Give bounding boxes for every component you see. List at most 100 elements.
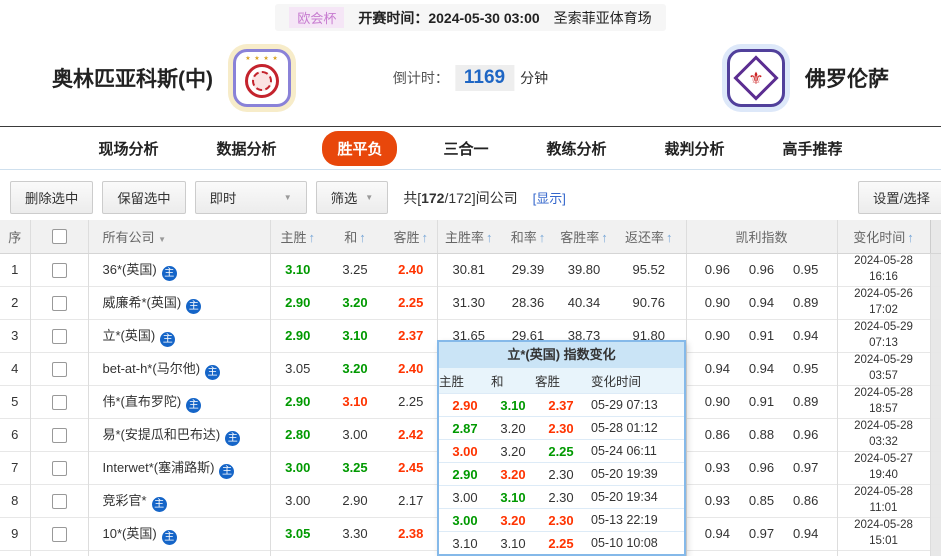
col-away-rate[interactable]: 客胜率 ↑ [556, 220, 612, 254]
home-odds-cell: 3.00 [452, 489, 478, 505]
draw-odds-cell: 3.20 [500, 420, 526, 436]
nav-tab-1[interactable]: 现场分析 [86, 131, 170, 166]
away-odds-cell[interactable]: 2.42 [385, 418, 438, 451]
zhu-badge-icon: 主 [160, 331, 176, 347]
nav-tab-5[interactable]: 教练分析 [535, 131, 619, 166]
company-cell[interactable]: 伟*(直布罗陀) 主 [88, 385, 271, 418]
draw-odds-cell[interactable]: 3.10 [325, 385, 385, 418]
settings-button[interactable]: 设置/选择 [857, 181, 941, 214]
row-checkbox[interactable] [51, 526, 67, 542]
select-all-checkbox[interactable] [51, 229, 67, 245]
delete-selected-button[interactable]: 删除选中 [10, 181, 94, 214]
home-odds-cell[interactable]: 2.90 [270, 319, 325, 352]
home-odds-cell[interactable]: 2.90 [270, 385, 325, 418]
kelly-value: 0.90 [704, 394, 730, 409]
row-checkbox[interactable] [51, 328, 67, 344]
kickoff-time: 开赛时间：2024-05-30 03:00 [358, 9, 540, 26]
company-cell[interactable]: 竞彩官* 主 [88, 484, 271, 517]
nav-tab-4[interactable]: 三合一 [431, 131, 500, 166]
col-away-odds[interactable]: 客胜 ↑ [385, 220, 438, 254]
chevron-down-icon: ▼ [283, 193, 292, 202]
home-odds-cell[interactable]: 2.90 [270, 286, 325, 319]
popup-row: 2.90 3.10 2.37 05-29 07:13 [439, 393, 684, 416]
home-odds-cell[interactable]: 3.05 [270, 517, 325, 550]
change-date: 2024-05-28 [854, 419, 913, 432]
company-cell[interactable]: bet-at-h*(马尔他) 主 [88, 352, 271, 385]
company-cell[interactable]: 36*(英国) 主 [88, 253, 271, 286]
kelly-value: 0.96 [704, 262, 730, 277]
right-edge-cell [929, 385, 941, 418]
row-checkbox[interactable] [51, 493, 67, 509]
draw-odds-cell: 3.10 [500, 397, 526, 413]
home-odds-cell[interactable]: 3.10 [270, 253, 325, 286]
home-odds-cell[interactable]: 3.00 [270, 484, 325, 517]
popup-change-time: 05-24 06:11 [591, 444, 657, 458]
row-checkbox[interactable] [51, 361, 67, 377]
nav-tab-7[interactable]: 高手推荐 [771, 131, 855, 166]
row-checkbox[interactable] [51, 262, 67, 278]
away-odds-cell[interactable]: 2.25 [385, 385, 438, 418]
company-cell[interactable]: 立*(英国) 主 [88, 319, 271, 352]
show-link[interactable]: [显示] [533, 188, 566, 207]
draw-odds-cell[interactable]: 3.25 [325, 253, 385, 286]
home-odds-cell: 2.90 [452, 466, 478, 482]
col-change-time[interactable]: 变化时间 ↑ [837, 220, 930, 254]
col-draw-odds[interactable]: 和 ↑ [325, 220, 385, 254]
row-checkbox[interactable] [51, 295, 67, 311]
away-odds-cell[interactable]: 2.40 [385, 253, 438, 286]
away-odds-cell[interactable]: 2.25 [385, 286, 438, 319]
away-odds-cell[interactable]: 2.38 [385, 517, 438, 550]
countdown-label: 倒计时： [392, 70, 449, 86]
row-checkbox[interactable] [51, 427, 67, 443]
draw-odds-cell[interactable]: 3.30 [325, 517, 385, 550]
right-edge-cell [929, 352, 941, 385]
col-draw-rate[interactable]: 和率 ↑ [500, 220, 556, 254]
home-odds-cell[interactable]: 2.80 [270, 418, 325, 451]
change-time-cell: 2024-05-28 18:57 [837, 385, 931, 418]
away-odds-cell[interactable]: 2.17 [385, 484, 438, 517]
row-checkbox[interactable] [51, 460, 67, 476]
draw-odds-cell[interactable]: 3.10 [325, 319, 385, 352]
home-odds-cell[interactable]: 3.00 [270, 451, 325, 484]
draw-odds-cell[interactable]: 3.20 [325, 286, 385, 319]
change-time-cell: 2024-05-29 07:13 [837, 319, 931, 352]
draw-odds-cell[interactable]: 3.00 [325, 418, 385, 451]
away-odds-cell: 2.30 [548, 489, 574, 505]
col-home-odds[interactable]: 主胜 ↑ [270, 220, 325, 254]
countdown-value: 1169 [454, 65, 515, 91]
home-rate-cell: 30.81 [452, 262, 486, 277]
col-home-rate[interactable]: 主胜率 ↑ [437, 220, 500, 254]
nav-tabs: 现场分析 数据分析 胜平负 三合一 教练分析 裁判分析 高手推荐 [0, 126, 941, 170]
away-odds-cell[interactable]: 2.37 [385, 319, 438, 352]
home-odds-cell[interactable]: 3.05 [270, 352, 325, 385]
change-time-cell: 2024-05-27 19:40 [837, 451, 931, 484]
company-cell[interactable]: 易*(安提瓜和巴布达) 主 [88, 418, 271, 451]
kelly-cell: 0.94 0.97 0.94 [686, 517, 838, 550]
col-company[interactable]: 所有公司 ▼ [88, 220, 271, 254]
nav-tab-2[interactable]: 数据分析 [204, 131, 288, 166]
time-filter-dropdown[interactable]: 即时 ▼ [194, 181, 307, 214]
popup-change-time: 05-29 07:13 [591, 398, 658, 412]
away-odds-cell: 2.25 [548, 535, 574, 551]
nav-tab-3[interactable]: 胜平负 [322, 130, 398, 166]
draw-odds-cell[interactable]: 3.20 [325, 352, 385, 385]
row-checkbox[interactable] [51, 394, 67, 410]
company-cell[interactable]: 10*(英国) 主 [88, 517, 271, 550]
company-cell[interactable]: Interwet*(塞浦路斯) 主 [88, 451, 271, 484]
keep-selected-button[interactable]: 保留选中 [102, 181, 186, 214]
away-odds-cell[interactable]: 2.45 [385, 451, 438, 484]
kelly-value: 0.93 [704, 460, 730, 475]
draw-odds-cell[interactable]: 3.25 [325, 451, 385, 484]
col-return-rate[interactable]: 返还率 ↑ [612, 220, 687, 254]
kelly-value: 0.86 [793, 493, 819, 508]
right-edge-cell [929, 418, 941, 451]
chevron-down-icon: ▼ [365, 193, 374, 202]
change-date: 2024-05-26 [854, 287, 913, 300]
draw-odds-cell[interactable]: 2.90 [325, 484, 385, 517]
away-odds-cell[interactable]: 2.40 [385, 352, 438, 385]
nav-tab-6[interactable]: 裁判分析 [653, 131, 737, 166]
draw-odds-cell: 3.20 [500, 512, 526, 528]
company-cell[interactable]: 威廉希*(英国) 主 [88, 286, 271, 319]
filter-dropdown[interactable]: 筛选 ▼ [315, 181, 389, 214]
change-clock: 07:13 [869, 336, 898, 349]
